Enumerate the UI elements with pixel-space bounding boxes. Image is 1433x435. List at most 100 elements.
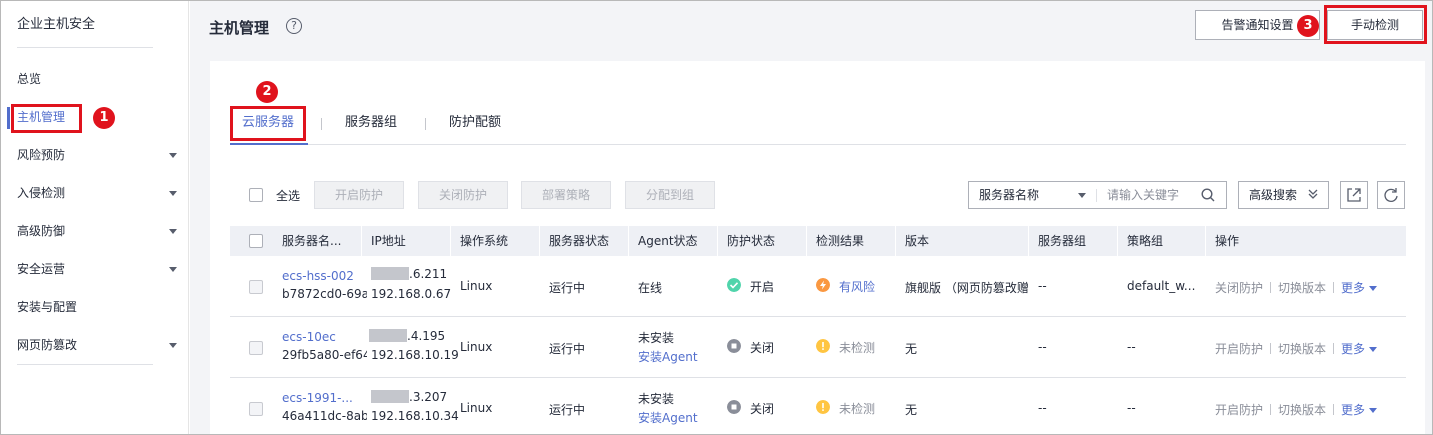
content-card: 云服务器 服务器组 防护配额 全选 开启防护 关闭防护 部署策略 分配到组 服务… xyxy=(210,61,1425,435)
enable-protection-button[interactable]: 开启防护 xyxy=(314,181,404,209)
detection-result: 未检测 xyxy=(839,402,876,416)
switch-edition-action[interactable]: 切换版本 xyxy=(1278,342,1326,356)
sidebar-divider xyxy=(17,364,153,365)
disable-protection-button[interactable]: 关闭防护 xyxy=(418,181,508,209)
column-header[interactable]: 操作系统 xyxy=(460,226,508,256)
refresh-button[interactable] xyxy=(1377,181,1405,209)
active-tab-underline xyxy=(230,143,308,145)
column-divider xyxy=(539,226,540,256)
column-header[interactable]: 版本 xyxy=(905,226,929,256)
enable-protection-action[interactable]: 开启防护 xyxy=(1215,403,1263,417)
more-action[interactable]: 更多 xyxy=(1341,342,1378,356)
column-header[interactable]: 策略组 xyxy=(1127,226,1163,256)
install-agent-link[interactable]: 安装Agent xyxy=(638,348,698,365)
column-header[interactable]: 服务器组 xyxy=(1038,226,1086,256)
tab-server-groups[interactable]: 服务器组 xyxy=(345,113,397,133)
agent-status: 未安装 xyxy=(638,331,675,345)
sidebar-item-risk-prevention[interactable]: 风险预防 xyxy=(17,145,177,165)
sidebar-item-intrusion-detection[interactable]: 入侵检测 xyxy=(17,183,177,203)
main-area: 主机管理 ? 告警通知设置 手动检测 云服务器 服务器组 防护配额 全选 开启防… xyxy=(190,1,1432,435)
public-ip-suffix: .6.211 xyxy=(409,267,448,281)
server-group: -- xyxy=(1038,279,1047,293)
server-name-link[interactable]: ecs-1991-... xyxy=(282,391,367,405)
page-title: 主机管理 xyxy=(209,19,270,37)
select-all-label: 全选 xyxy=(276,189,301,203)
protection-status: 开启 xyxy=(750,280,775,294)
detection-result-link[interactable]: 有风险 xyxy=(839,278,875,295)
header-select-checkbox[interactable] xyxy=(249,234,263,248)
sidebar-item-label: 网页防篡改 xyxy=(17,338,78,352)
column-header[interactable]: IP地址 xyxy=(371,226,406,256)
chevron-down-icon xyxy=(169,229,177,234)
sidebar-item-overview[interactable]: 总览 xyxy=(17,69,177,89)
chevron-down-icon xyxy=(169,343,177,348)
column-header[interactable]: 防护状态 xyxy=(727,226,775,256)
agent-status: 未安装 xyxy=(638,392,675,406)
public-ip: .3.207 xyxy=(371,390,447,404)
sidebar-item-advanced-defense[interactable]: 高级防御 xyxy=(17,221,177,241)
ops-divider xyxy=(1270,343,1272,354)
column-header[interactable]: 操作 xyxy=(1215,226,1239,256)
annotation-box-host-management xyxy=(11,104,82,133)
column-divider xyxy=(806,226,807,256)
edition-value: 无 xyxy=(905,403,918,417)
server-group: -- xyxy=(1038,340,1047,354)
column-header[interactable]: 服务器状态 xyxy=(549,226,609,256)
redacted-ip-mask xyxy=(369,329,407,342)
export-button[interactable] xyxy=(1340,181,1368,209)
tab-protection-quota[interactable]: 防护配额 xyxy=(449,113,501,133)
public-ip: .4.195 xyxy=(369,329,445,343)
table-row: ecs-10ec 29fb5a80-ef64 .4.195 192.168.10… xyxy=(230,317,1406,378)
advanced-search-button[interactable]: 高级搜索 xyxy=(1238,181,1329,209)
chevron-down-icon[interactable] xyxy=(1078,193,1086,198)
search-field-select[interactable]: 服务器名称 xyxy=(979,182,1039,208)
stop-circle-icon xyxy=(727,400,741,414)
search-divider xyxy=(1096,189,1097,202)
more-label: 更多 xyxy=(1341,281,1366,295)
row-checkbox[interactable] xyxy=(249,280,263,294)
deploy-policy-button[interactable]: 部署策略 xyxy=(521,181,611,209)
column-header[interactable]: 检测结果 xyxy=(816,226,864,256)
column-header[interactable]: 服务器名... xyxy=(282,226,341,256)
chevron-down-icon xyxy=(169,153,177,158)
row-checkbox[interactable] xyxy=(249,341,263,355)
more-action[interactable]: 更多 xyxy=(1341,281,1378,295)
private-ip: 192.168.10.19 xyxy=(371,348,459,362)
more-label: 更多 xyxy=(1341,403,1366,417)
install-agent-link[interactable]: 安装Agent xyxy=(638,409,698,426)
search-icon[interactable] xyxy=(1201,188,1215,202)
switch-edition-action[interactable]: 切换版本 xyxy=(1278,281,1326,295)
table-row: ecs-1991-... 46a411dc-8ab .3.207 192.168… xyxy=(230,378,1406,435)
server-group: -- xyxy=(1038,401,1047,415)
row-checkbox[interactable] xyxy=(249,402,263,416)
enable-protection-action[interactable]: 开启防护 xyxy=(1215,342,1263,356)
column-divider xyxy=(1117,226,1118,256)
switch-edition-action[interactable]: 切换版本 xyxy=(1278,403,1326,417)
annotation-box-manual-detect xyxy=(1324,5,1427,44)
column-header[interactable]: Agent状态 xyxy=(638,226,698,256)
search-box: 服务器名称 请输入关键字 xyxy=(968,181,1227,209)
sidebar-item-security-operations[interactable]: 安全运营 xyxy=(17,259,177,279)
private-ip: 192.168.10.34 xyxy=(371,409,459,423)
caret-down-icon xyxy=(1369,286,1378,291)
assign-group-button[interactable]: 分配到组 xyxy=(625,181,715,209)
edition-value: 无 xyxy=(905,342,918,356)
server-name-link[interactable]: ecs-10ec xyxy=(282,330,367,344)
sidebar-item-label: 安全运营 xyxy=(17,262,66,276)
server-name-link[interactable]: ecs-hss-002 xyxy=(282,269,367,283)
search-input[interactable]: 请输入关键字 xyxy=(1107,182,1179,208)
chevron-down-icon xyxy=(169,267,177,272)
sidebar-item-install-config[interactable]: 安装与配置 xyxy=(17,297,177,317)
os-value: Linux xyxy=(460,340,493,354)
redacted-ip-mask xyxy=(371,267,409,280)
select-all-checkbox[interactable] xyxy=(249,188,263,202)
ops-divider xyxy=(1333,404,1335,415)
ops-divider xyxy=(1333,343,1335,354)
redacted-ip-mask xyxy=(371,390,409,403)
more-action[interactable]: 更多 xyxy=(1341,403,1378,417)
disable-protection-action[interactable]: 关闭防护 xyxy=(1215,281,1263,295)
sidebar-item-web-tamper-protection[interactable]: 网页防篡改 xyxy=(17,335,177,355)
more-label: 更多 xyxy=(1341,342,1366,356)
help-icon[interactable]: ? xyxy=(286,18,302,34)
annotation-badge-1: 1 xyxy=(93,107,115,129)
